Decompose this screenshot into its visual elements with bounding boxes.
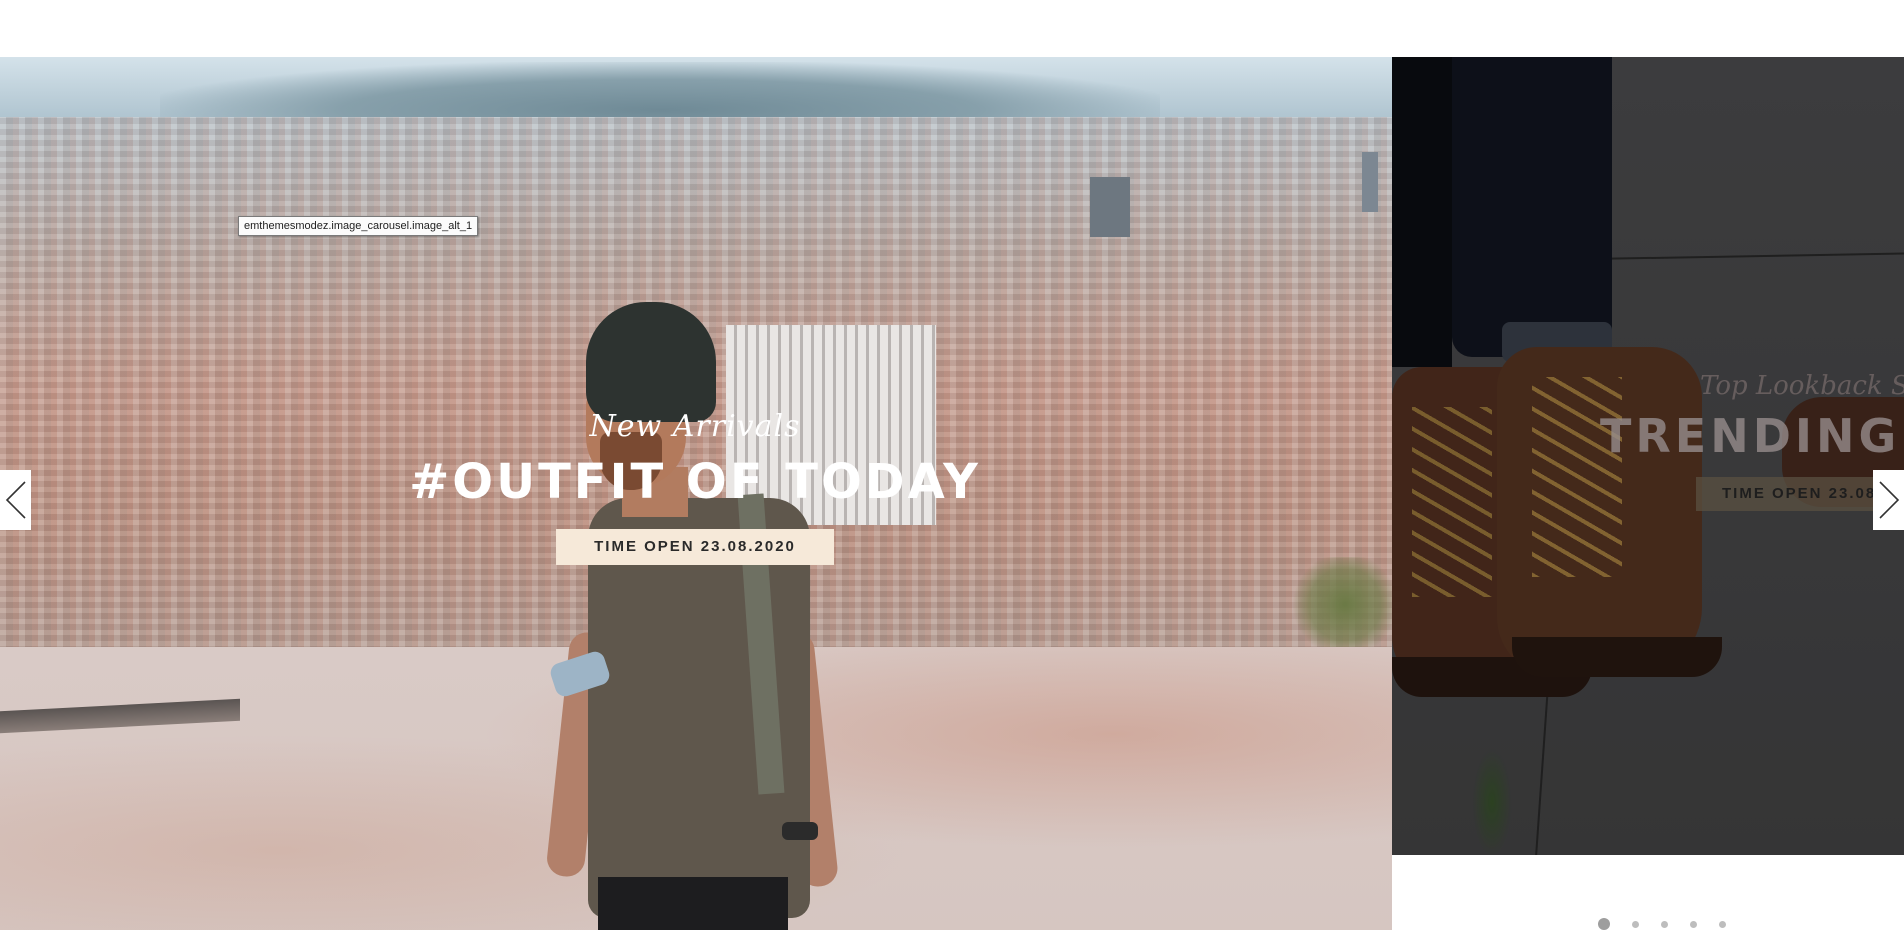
- slide-headline: #OUTFIT OF TODAY: [409, 454, 981, 510]
- carousel-dot[interactable]: [1661, 920, 1668, 928]
- slide-cta-button[interactable]: TIME OPEN 23.08.2020: [556, 529, 834, 565]
- chevron-left-icon: [5, 481, 26, 519]
- carousel-dot[interactable]: [1690, 920, 1697, 928]
- slide-eyebrow: New Arrivals: [589, 409, 801, 444]
- image-carousel[interactable]: New Arrivals #OUTFIT OF TODAY TIME OPEN …: [0, 57, 1904, 930]
- carousel-slide-1[interactable]: New Arrivals #OUTFIT OF TODAY TIME OPEN …: [0, 57, 1392, 930]
- chevron-right-icon: [1878, 481, 1899, 519]
- slide-cta-button[interactable]: TIME OPEN 23.08: [1696, 477, 1903, 511]
- carousel-prev-button[interactable]: [0, 470, 31, 530]
- carousel-dot[interactable]: [1598, 918, 1610, 930]
- slide-image-tower: [1090, 177, 1130, 237]
- slide-image-model: [540, 302, 860, 930]
- page: New Arrivals #OUTFIT OF TODAY TIME OPEN …: [0, 0, 1904, 930]
- model-beanie: [586, 302, 716, 422]
- slide-image-tower: [1362, 152, 1378, 212]
- carousel-slide-2[interactable]: Top Lookback S TRENDING IN TIME OPEN 23.…: [1392, 57, 1904, 855]
- slide-caption: Top Lookback S TRENDING IN TIME OPEN 23.…: [1600, 369, 1904, 511]
- image-alt-tooltip: emthemesmodez.image_carousel.image_alt_1: [238, 216, 479, 236]
- carousel-dot[interactable]: [1632, 920, 1639, 928]
- model-pants: [598, 877, 788, 930]
- slide-image-hills: [160, 62, 1160, 122]
- slide-caption: New Arrivals #OUTFIT OF TODAY TIME OPEN …: [350, 407, 1040, 565]
- carousel-next-button[interactable]: [1873, 470, 1904, 530]
- carousel-pagination: [1598, 918, 1726, 930]
- slide-eyebrow: Top Lookback S: [1700, 371, 1904, 401]
- slide-headline: TRENDING IN: [1600, 409, 1904, 463]
- model-watch: [782, 822, 818, 840]
- carousel-dot[interactable]: [1719, 920, 1726, 928]
- slide-image-tree: [1290, 557, 1392, 652]
